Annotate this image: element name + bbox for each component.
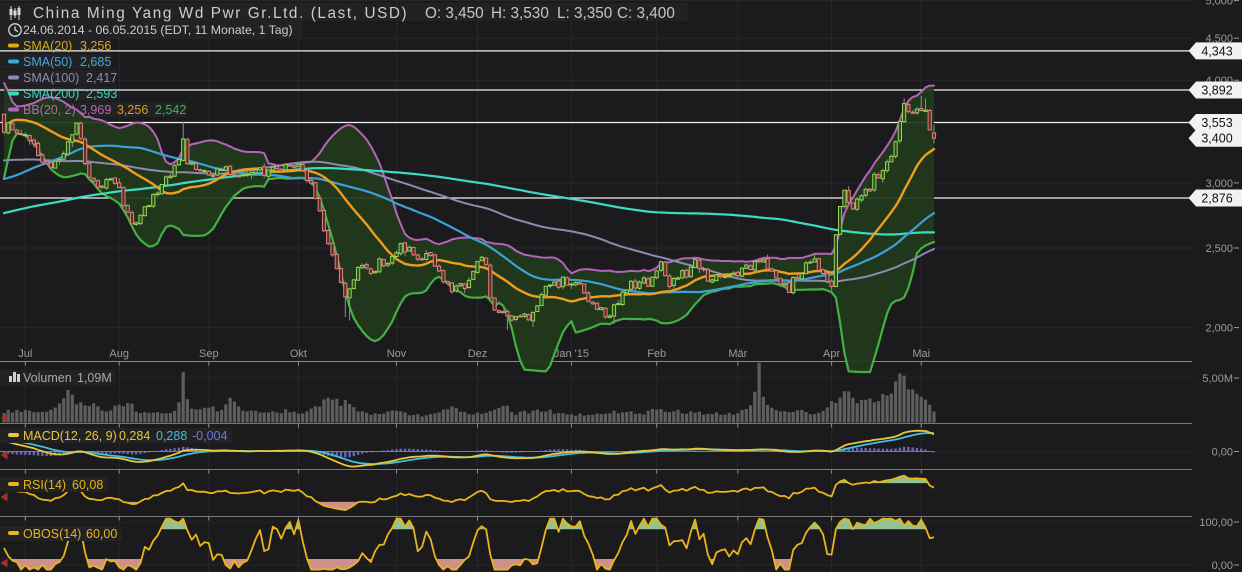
svg-text:Nov: Nov bbox=[387, 348, 407, 360]
svg-text:60,08: 60,08 bbox=[72, 478, 103, 492]
svg-text:5,000: 5,000 bbox=[1205, 0, 1233, 8]
svg-text:2,685: 2,685 bbox=[80, 55, 111, 69]
svg-text:5,00M: 5,00M bbox=[1202, 373, 1233, 385]
svg-text:BB(20, 2): BB(20, 2) bbox=[23, 103, 76, 117]
svg-text:C: 3,400: C: 3,400 bbox=[617, 5, 675, 22]
svg-text:3,000: 3,000 bbox=[1205, 178, 1233, 190]
svg-text:H: 3,530: H: 3,530 bbox=[491, 5, 549, 22]
svg-text:2,593: 2,593 bbox=[86, 87, 117, 101]
svg-text:0,288: 0,288 bbox=[156, 429, 187, 443]
svg-text:Jul: Jul bbox=[18, 348, 32, 360]
svg-text:2,417: 2,417 bbox=[86, 71, 117, 85]
svg-text:Volumen: Volumen bbox=[23, 371, 72, 385]
svg-text:Aug: Aug bbox=[109, 348, 129, 360]
svg-text:Dez: Dez bbox=[468, 348, 488, 360]
svg-text:OBOS(14): OBOS(14) bbox=[23, 527, 81, 541]
svg-text:O: 3,450: O: 3,450 bbox=[425, 5, 484, 22]
svg-text:SMA(20): SMA(20) bbox=[23, 39, 72, 53]
svg-text:2,542: 2,542 bbox=[155, 103, 186, 117]
svg-text:Okt: Okt bbox=[290, 348, 307, 360]
svg-text:3,892: 3,892 bbox=[1201, 84, 1232, 98]
svg-text:MACD(12, 26, 9): MACD(12, 26, 9) bbox=[23, 429, 117, 443]
svg-text:2,500: 2,500 bbox=[1205, 243, 1233, 255]
svg-text:L: 3,350: L: 3,350 bbox=[557, 5, 612, 22]
svg-text:Feb: Feb bbox=[647, 348, 666, 360]
svg-text:RSI(14): RSI(14) bbox=[23, 478, 66, 492]
svg-text:Mär: Mär bbox=[728, 348, 747, 360]
svg-text:SMA(50): SMA(50) bbox=[23, 55, 72, 69]
svg-text:-0,004: -0,004 bbox=[192, 429, 227, 443]
svg-text:100,00: 100,00 bbox=[1199, 517, 1233, 529]
svg-text:0,284: 0,284 bbox=[119, 429, 150, 443]
svg-text:0,00: 0,00 bbox=[1212, 560, 1233, 572]
svg-text:Mai: Mai bbox=[912, 348, 930, 360]
svg-text:0,00: 0,00 bbox=[1212, 447, 1233, 459]
svg-text:2,000: 2,000 bbox=[1205, 323, 1233, 335]
svg-text:Apr: Apr bbox=[823, 348, 840, 360]
svg-text:3,400: 3,400 bbox=[1201, 132, 1232, 146]
svg-text:60,00: 60,00 bbox=[86, 527, 117, 541]
svg-text:Jan '15: Jan '15 bbox=[554, 348, 589, 360]
svg-text:24.06.2014 - 06.05.2015 (EDT,: 24.06.2014 - 06.05.2015 (EDT, 11 Monate,… bbox=[23, 23, 293, 37]
svg-text:Sep: Sep bbox=[199, 348, 219, 360]
svg-text:3,256: 3,256 bbox=[80, 39, 111, 53]
svg-text:3,969: 3,969 bbox=[80, 103, 111, 117]
svg-text:SMA(200): SMA(200) bbox=[23, 87, 79, 101]
svg-text:2,876: 2,876 bbox=[1201, 192, 1232, 206]
svg-text:1,09M: 1,09M bbox=[77, 371, 112, 385]
svg-text:China Ming Yang Wd Pwr Gr.Ltd.: China Ming Yang Wd Pwr Gr.Ltd. (Last, US… bbox=[33, 5, 408, 22]
svg-text:4,343: 4,343 bbox=[1201, 44, 1232, 58]
svg-text:SMA(100): SMA(100) bbox=[23, 71, 79, 85]
svg-text:3,256: 3,256 bbox=[117, 103, 148, 117]
svg-text:3,553: 3,553 bbox=[1201, 116, 1232, 130]
